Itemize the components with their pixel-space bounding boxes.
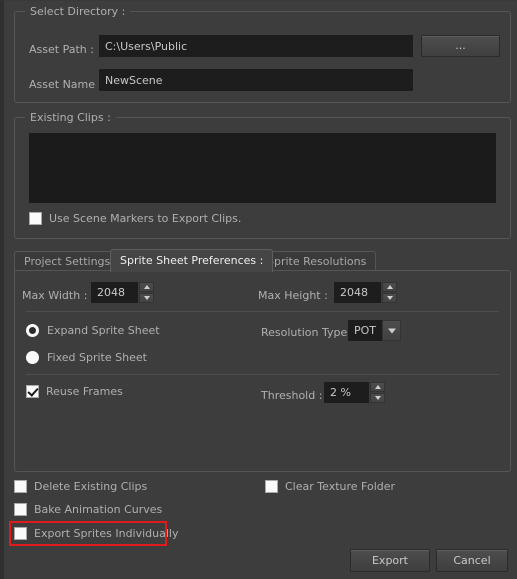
max-height-stepper[interactable] [382,282,397,303]
max-height-label: Max Height : [258,289,328,302]
chevron-down-icon [386,296,393,300]
expand-sprite-sheet-label: Expand Sprite Sheet [47,324,160,337]
use-scene-markers-checkbox[interactable] [29,212,42,225]
threshold-label: Threshold : [261,389,323,402]
panel-separator-bottom [26,374,499,375]
delete-existing-clips-checkbox-row[interactable]: Delete Existing Clips [14,480,147,493]
cancel-button[interactable]: Cancel [436,549,508,572]
export-sprites-individually-label: Export Sprites Individually [34,527,179,540]
clear-texture-folder-label: Clear Texture Folder [285,480,396,493]
export-button[interactable]: Export [350,549,430,572]
asset-name-label: Asset Name : [29,78,103,91]
max-height-increment-button[interactable] [382,282,397,292]
tab-project-settings-label: Project Settings [24,255,111,268]
asset-path-label: Asset Path : [29,43,94,56]
existing-clips-group-title: Existing Clips : [25,111,116,124]
reuse-frames-checkbox-row[interactable]: Reuse Frames [26,385,123,398]
bake-animation-curves-checkbox[interactable] [14,503,27,516]
expand-sprite-sheet-radio-row[interactable]: Expand Sprite Sheet [26,324,160,337]
expand-sprite-sheet-radio[interactable] [26,324,39,337]
resolution-type-label: Resolution Type [261,326,348,339]
bake-animation-curves-label: Bake Animation Curves [34,503,163,516]
select-directory-group-title: Select Directory : [25,5,131,18]
max-width-spinbox[interactable]: 2048 [91,282,154,303]
chevron-down-icon [143,296,150,300]
export-sprite-sheet-dialog: Select Directory : Asset Path : ... Asse… [0,0,517,579]
asset-path-input[interactable] [99,35,413,57]
fixed-sprite-sheet-radio-row[interactable]: Fixed Sprite Sheet [26,351,147,364]
reuse-frames-checkbox[interactable] [26,385,39,398]
preferences-tab-bar: Project Settings Sprite Sheet Preference… [14,249,511,272]
use-scene-markers-checkbox-row[interactable]: Use Scene Markers to Export Clips. [29,212,241,225]
threshold-decrement-button[interactable] [370,393,385,403]
chevron-down-icon [387,328,396,333]
cancel-button-label: Cancel [453,554,491,567]
delete-existing-clips-checkbox[interactable] [14,480,27,493]
use-scene-markers-label: Use Scene Markers to Export Clips. [49,212,242,225]
resolution-type-combobox[interactable]: POT [348,320,401,341]
max-width-decrement-button[interactable] [139,293,154,303]
reuse-frames-label: Reuse Frames [46,385,123,398]
max-width-label: Max Width : [22,289,88,302]
max-width-stepper[interactable] [139,282,154,303]
max-height-value[interactable]: 2048 [334,282,381,303]
resolution-type-dropdown-button[interactable] [382,320,401,341]
asset-name-input[interactable] [99,69,413,91]
tab-sprite-sheet-preferences-label: Sprite Sheet Preferences : [120,254,264,267]
panel-separator-top [26,311,499,312]
chevron-up-icon [143,285,150,289]
export-sprites-individually-checkbox-row[interactable]: Export Sprites Individually [14,527,179,540]
threshold-increment-button[interactable] [370,382,385,392]
fixed-sprite-sheet-radio[interactable] [26,351,39,364]
tab-sprite-resolutions[interactable]: Sprite Resolutions [257,251,377,271]
fixed-sprite-sheet-label: Fixed Sprite Sheet [47,351,147,364]
chevron-up-icon [374,385,381,389]
threshold-spinbox[interactable]: 2 % [324,382,385,403]
threshold-value[interactable]: 2 % [324,382,369,403]
tab-project-settings[interactable]: Project Settings [14,251,121,271]
resolution-type-value: POT [348,320,382,341]
export-button-label: Export [371,554,408,567]
tab-sprite-sheet-preferences[interactable]: Sprite Sheet Preferences : [110,249,274,272]
bake-animation-curves-checkbox-row[interactable]: Bake Animation Curves [14,503,162,516]
max-width-increment-button[interactable] [139,282,154,292]
clear-texture-folder-checkbox[interactable] [265,480,278,493]
delete-existing-clips-label: Delete Existing Clips [34,480,148,493]
existing-clips-list[interactable] [29,133,496,203]
browse-asset-path-button[interactable]: ... [421,35,500,57]
chevron-up-icon [386,285,393,289]
max-height-spinbox[interactable]: 2048 [334,282,397,303]
max-height-decrement-button[interactable] [382,293,397,303]
clear-texture-folder-checkbox-row[interactable]: Clear Texture Folder [265,480,395,493]
tab-sprite-resolutions-label: Sprite Resolutions [267,255,367,268]
export-sprites-individually-checkbox[interactable] [14,527,27,540]
chevron-down-icon [374,396,381,400]
max-width-value[interactable]: 2048 [91,282,138,303]
browse-button-label: ... [455,39,466,52]
threshold-stepper[interactable] [370,382,385,403]
